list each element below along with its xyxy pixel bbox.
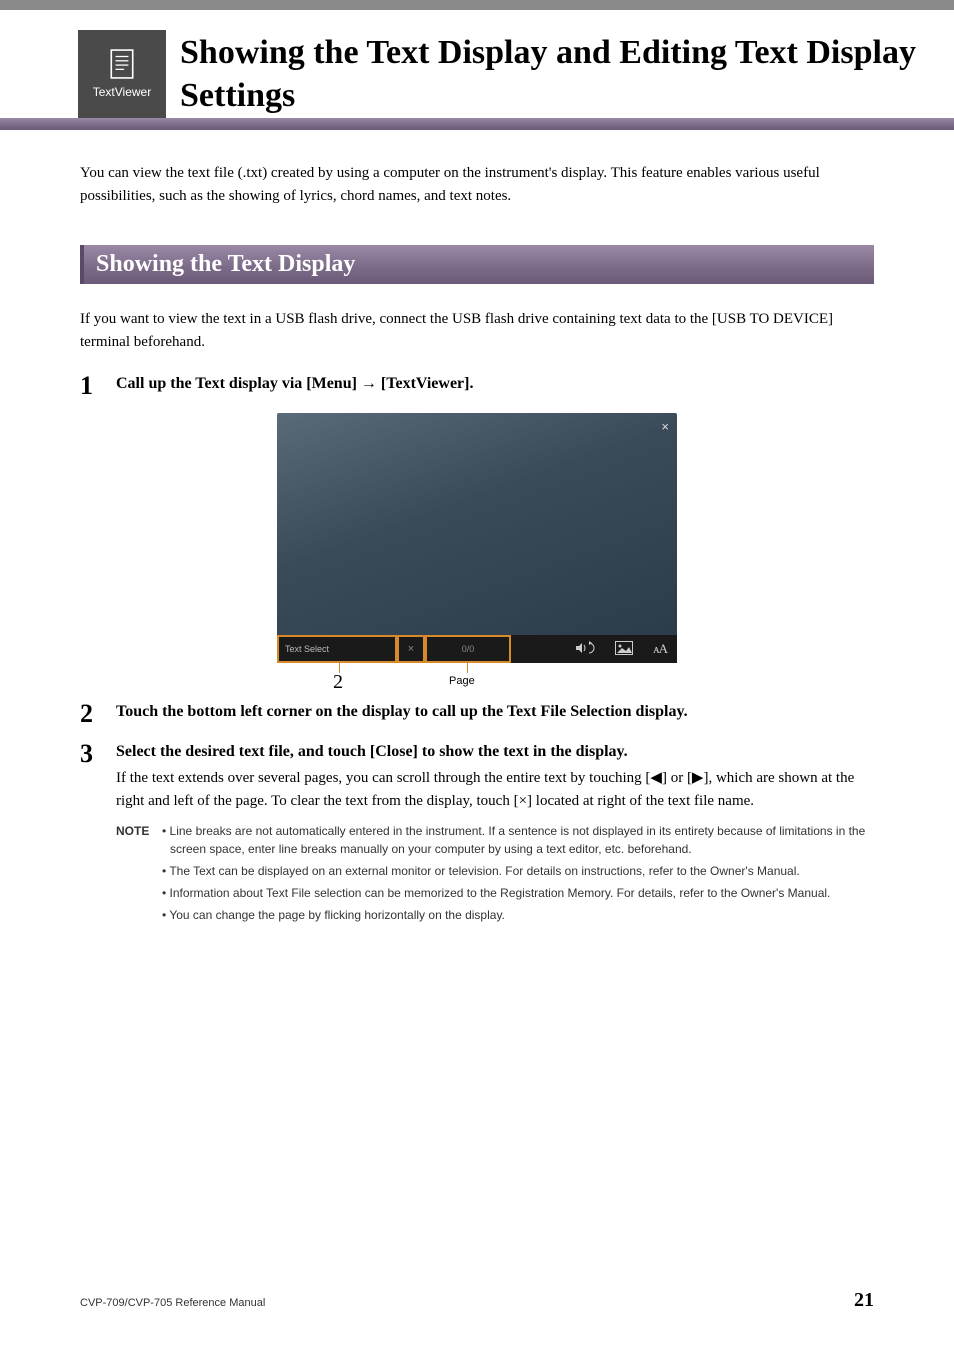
- note-list: Line breaks are not automatically entere…: [162, 822, 874, 928]
- screenshot-wrapper: × Text Select × 0/0 ᴀA: [80, 413, 874, 695]
- textviewer-badge-label: TextViewer: [93, 85, 151, 99]
- note-label: NOTE: [116, 822, 162, 928]
- annotation-2: 2: [333, 671, 343, 694]
- screenshot-annotations: 2 Page: [277, 665, 677, 695]
- text-select-button[interactable]: Text Select: [277, 635, 397, 663]
- intro-paragraph: You can view the text file (.txt) create…: [80, 162, 874, 207]
- speaker-reset-icon[interactable]: [575, 641, 595, 658]
- content-area: You can view the text file (.txt) create…: [0, 130, 954, 928]
- title-underline-bar: [0, 118, 954, 130]
- screenshot-close-icon[interactable]: ×: [661, 419, 669, 434]
- text-size-icon[interactable]: ᴀA: [653, 641, 667, 657]
- step-2-heading: Touch the bottom left corner on the disp…: [116, 701, 874, 723]
- clear-text-button[interactable]: ×: [397, 635, 425, 663]
- note-item: The Text can be displayed on an external…: [162, 862, 874, 880]
- header-row: TextViewer Showing the Text Display and …: [0, 10, 954, 118]
- page-indicator[interactable]: 0/0: [425, 635, 511, 663]
- footer: CVP-709/CVP-705 Reference Manual 21: [80, 1289, 874, 1312]
- top-grey-bar: [0, 0, 954, 10]
- note-item: You can change the page by flicking hori…: [162, 906, 874, 924]
- step-1-heading: Call up the Text display via [Menu] → [T…: [116, 373, 874, 395]
- note-item: Line breaks are not automatically entere…: [162, 822, 874, 858]
- textviewer-icon: [109, 49, 135, 79]
- textviewer-badge: TextViewer: [78, 30, 166, 118]
- step-3-number: 3: [80, 741, 116, 928]
- page-title: Showing the Text Display and Editing Tex…: [166, 30, 954, 117]
- note-block: NOTE Line breaks are not automatically e…: [116, 822, 874, 928]
- footer-manual-name: CVP-709/CVP-705 Reference Manual: [80, 1297, 265, 1309]
- step-2: 2 Touch the bottom left corner on the di…: [80, 701, 874, 727]
- picture-icon[interactable]: [615, 641, 633, 658]
- section-heading: Showing the Text Display: [80, 245, 874, 284]
- step-1-number: 1: [80, 373, 116, 399]
- section-intro: If you want to view the text in a USB fl…: [80, 308, 874, 353]
- note-item: Information about Text File selection ca…: [162, 884, 874, 902]
- step-2-number: 2: [80, 701, 116, 727]
- screenshot-panel: × Text Select × 0/0 ᴀA: [277, 413, 677, 663]
- annotation-page: Page: [449, 675, 475, 687]
- step-3-description: If the text extends over several pages, …: [116, 767, 874, 812]
- screenshot-bottom-bar: Text Select × 0/0 ᴀA: [277, 635, 677, 663]
- step-3-heading: Select the desired text file, and touch …: [116, 741, 874, 763]
- step-3: 3 Select the desired text file, and touc…: [80, 741, 874, 928]
- footer-page-number: 21: [854, 1289, 874, 1312]
- step-1: 1 Call up the Text display via [Menu] → …: [80, 373, 874, 399]
